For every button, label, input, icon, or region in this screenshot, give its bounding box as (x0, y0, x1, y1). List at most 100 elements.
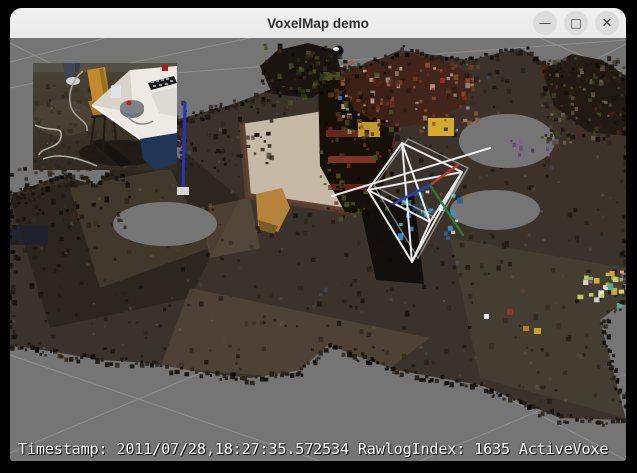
voxel-speckle (185, 372, 190, 376)
voxel-speckle (551, 72, 555, 76)
voxel-speckle (114, 258, 117, 261)
voxel-speckle (267, 99, 271, 102)
voxel-speckle (10, 263, 13, 267)
maximize-button[interactable]: □ (564, 11, 588, 35)
voxel-speckle (361, 352, 364, 355)
voxel-speckle (277, 74, 281, 79)
voxel-speckle (585, 63, 588, 66)
voxel-speckle (54, 269, 58, 273)
voxel-speckle (29, 190, 32, 192)
voxel-speckle (320, 73, 325, 79)
voxel-speckle (463, 185, 467, 189)
voxel-speckle (379, 123, 382, 126)
voxel-speckle (239, 368, 242, 371)
voxel-speckle (622, 115, 624, 118)
voxel-speckle (524, 405, 526, 407)
voxel-speckle (140, 363, 145, 367)
voxel-speckle (327, 155, 329, 157)
voxel-speckle (59, 211, 63, 215)
voxel-speckle (64, 178, 67, 181)
voxel-speckle (622, 239, 626, 243)
voxel-speckle (93, 303, 95, 305)
voxel-speckle (50, 350, 52, 353)
voxel-speckle (319, 150, 323, 154)
voxel-speckle (391, 56, 394, 59)
voxel-speckle (10, 209, 13, 213)
voxel-speckle (322, 80, 326, 84)
voxel-speckle (570, 90, 575, 95)
voxel-speckle (235, 165, 237, 167)
voxel-speckle (110, 170, 114, 174)
voxel-speckle (377, 119, 380, 123)
voxel-speckle (546, 306, 551, 311)
voxel-speckle (556, 323, 561, 329)
voxel-speckle (376, 152, 379, 155)
voxel-speckle (139, 286, 143, 289)
voxel-speckle (283, 112, 286, 116)
voxel-speckle (336, 138, 339, 142)
voxel-speckle (328, 127, 333, 132)
voxel-speckle (524, 352, 527, 355)
voxel-speckle (165, 365, 169, 369)
voxel-speckle (58, 110, 62, 114)
voxel-speckle (604, 366, 607, 368)
voxel-speckle (510, 100, 513, 103)
voxel-speckle (540, 399, 544, 403)
titlebar[interactable]: VoxelMap demo — □ ✕ (10, 8, 626, 39)
voxel-speckle (444, 382, 447, 385)
voxel-speckle (347, 97, 350, 101)
voxel-speckle (600, 232, 603, 236)
voxel-speckle (320, 175, 322, 178)
voxel-speckle (349, 305, 352, 308)
voxel-speckle (547, 399, 552, 404)
voxel-speckle (16, 196, 20, 201)
voxel-speckle (288, 100, 293, 105)
voxel-speckle (10, 220, 11, 225)
voxel-speckle (237, 136, 240, 138)
voxel-speckle (625, 135, 626, 138)
voxel-speckle (325, 46, 327, 49)
voxel-speckle (474, 112, 478, 116)
voxel-speckle (76, 360, 80, 364)
voxel-speckle (135, 363, 138, 365)
minimize-button[interactable]: — (533, 11, 557, 35)
voxel-speckle (452, 282, 454, 284)
voxel-speckle (79, 109, 81, 111)
voxel-speckle (10, 345, 15, 351)
voxel-speckle (612, 96, 617, 102)
close-button[interactable]: ✕ (595, 11, 619, 35)
voxel-speckle (75, 150, 79, 154)
voxel-speckle (252, 322, 255, 326)
voxel-speckle (330, 172, 333, 176)
voxel-speckle (105, 172, 110, 177)
voxel-speckle (125, 358, 127, 360)
voxel-speckle (225, 106, 230, 110)
voxel-speckle (15, 344, 17, 347)
voxel-speckle (61, 194, 64, 198)
voxel-speckle (177, 142, 181, 146)
voxel-speckle (63, 205, 65, 208)
voxel-speckle (357, 360, 359, 362)
voxel-speckle (257, 295, 260, 298)
voxel-speckle (181, 267, 185, 272)
3d-viewport[interactable]: Timestamp: 2011/07/28,18:27:35.572534 Ra… (10, 38, 626, 461)
voxel-speckle (564, 399, 567, 402)
voxel-speckle (93, 135, 98, 139)
voxel-speckle (332, 347, 334, 349)
voxel-speckle (376, 104, 379, 108)
voxel-speckle (597, 364, 601, 368)
voxel-speckle (506, 139, 509, 141)
voxel-speckle (353, 279, 357, 283)
voxel-speckle (65, 175, 69, 178)
window-controls: — □ ✕ (533, 11, 619, 35)
voxel-speckle (462, 61, 465, 64)
voxel-speckle (436, 286, 439, 289)
voxel-speckle (10, 203, 11, 206)
voxel-speckle (430, 244, 433, 246)
voxel-speckle (325, 110, 328, 112)
voxel-speckle (14, 270, 18, 274)
voxel-speckle (589, 277, 594, 280)
voxel-speckle (377, 84, 381, 87)
voxel-speckle (547, 63, 550, 65)
voxel-speckle (575, 418, 579, 422)
